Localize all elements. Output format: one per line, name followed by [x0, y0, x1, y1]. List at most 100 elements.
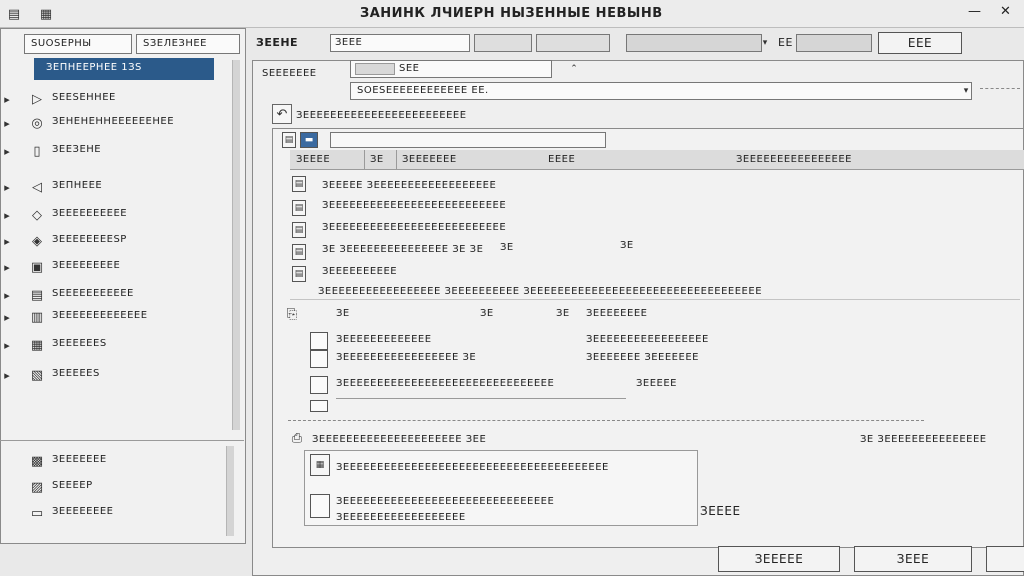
row-mark: ЗЕ: [480, 308, 494, 319]
checklist-label: ЗЕЕЕЕЕЕЕЕЕЕЕЕЕ: [336, 334, 432, 345]
column-header-cell[interactable]: ЗЕЕЕЕЕЕЕЕЕЕЕЕЕЕЕЕ: [736, 154, 1016, 165]
left-item-label: ЗЕЕЕЕЕЕЕЕЕЕ: [52, 208, 128, 219]
section2-line: ЗЕЕЕЕЕЕЕЕЕЕЕЕЕЕЕЕЕЕ: [336, 512, 466, 523]
toolbar-right-button[interactable]: ЕЕЕ: [878, 32, 962, 54]
row-mark: ЗЕ: [336, 308, 350, 319]
main-tab-field[interactable]: SЕЕ: [350, 60, 552, 78]
toolbar-field-a[interactable]: ЗЕЕЕ: [330, 34, 470, 52]
left-dropdown-a[interactable]: SUОSЕРНЫ: [24, 34, 132, 54]
detail-row-toggle[interactable]: ▤: [292, 244, 306, 260]
row-mark: ЗЕ: [556, 308, 570, 319]
address-dropdown-icon[interactable]: ▾: [960, 82, 972, 100]
left-list-item[interactable]: ▸ ◇ ЗЕЕЕЕЕЕЕЕЕЕ: [0, 204, 228, 226]
extra-button[interactable]: [986, 546, 1024, 572]
toolbar-field-a-label: ЗЕЕЕ: [335, 37, 363, 48]
section2-title: ЗЕЕЕЕЕЕЕЕЕЕЕЕЕЕЕЕЕЕЕЕЕ ЗЕЕ: [312, 434, 487, 445]
checklist-checkbox[interactable]: [310, 332, 328, 350]
left-bottom-item[interactable]: ▭ ЗЕЕЕЕЕЕЕЕ: [0, 502, 220, 524]
left-bottom-scrollbar[interactable]: [226, 446, 234, 536]
detail-row-toggle[interactable]: ▤: [292, 200, 306, 216]
address-bar-value: SОЕSЕЕЕЕЕЕЕЕЕЕЕЕ ЕЕ.: [357, 85, 489, 96]
detail-line: ЗЕЕЕЕЕЕЕЕЕЕЕЕЕЕЕЕЕЕЕЕЕЕЕЕЕЕ: [322, 222, 507, 233]
left-item-label: ЗЕЕЕЕЕЕS: [52, 338, 107, 349]
address-bar[interactable]: SОЕSЕЕЕЕЕЕЕЕЕЕЕЕ ЕЕ.: [350, 82, 972, 100]
left-edge-icon: ▸: [4, 338, 10, 352]
checklist-checkbox[interactable]: [310, 376, 328, 394]
left-item-label: ЗЕЕЗЕНЕ: [52, 144, 102, 155]
left-bottom-item[interactable]: ▨ SЕЕЕЕР: [0, 476, 220, 498]
column-header-cell[interactable]: ЕЕЕЕ: [548, 154, 728, 165]
toolbar-field-b[interactable]: [474, 34, 532, 52]
section2-toggle[interactable]: ▦: [310, 454, 330, 476]
path-line: ЗЕЕЕЕЕЕЕЕЕЕЕЕЕЕЕЕЕЕЕЕЕЕЕЕ: [296, 110, 467, 121]
inner-toggle-b[interactable]: ▬: [300, 132, 318, 148]
section2-checkbox[interactable]: [310, 494, 330, 518]
left-edge-icon: ▸: [4, 180, 10, 194]
left-item-icon: ▦: [30, 337, 44, 353]
left-list-item[interactable]: ▸ ▥ ЗЕЕЕЕЕЕЕЕЕЕЕЕЕ: [0, 306, 228, 328]
detail-wide-text: ЗЕЕЕЕЕЕЕЕЕЕЕЕЕЕЕЕЕ ЗЕЕЕЕЕЕЕЕЕЕ ЗЕЕЕЕЕЕЕЕ…: [318, 286, 763, 297]
left-dropdown-b-label: SЗЕЛЕЗНЕЕ: [143, 38, 207, 49]
left-list-item[interactable]: ▸ ◁ ЗЕПНЕЕЕ: [0, 176, 228, 198]
left-list-item[interactable]: ▸ ▣ ЗЕЕЕЕЕЕЕЕЕ: [0, 256, 228, 278]
section2-value: ЗЕЕЕЕ: [700, 504, 741, 518]
left-dropdown-b[interactable]: SЗЕЛЕЗНЕЕ: [136, 34, 240, 54]
detail-row-toggle[interactable]: ▤: [292, 176, 306, 192]
main-tab-label[interactable]: SЕЕЕЕЕЕЕ: [262, 68, 346, 79]
column-header-cell[interactable]: ЗЕЕЕЕ: [296, 154, 360, 165]
address-trailing-dots: [980, 88, 1020, 90]
left-edge-icon: ▸: [4, 234, 10, 248]
row-mark-icon: ⎘: [286, 306, 298, 322]
left-item-icon: ◇: [32, 207, 42, 223]
checklist-checkbox-extra[interactable]: [310, 400, 328, 412]
left-item-icon: ◁: [32, 179, 42, 195]
left-list-item[interactable]: ▸ ▦ ЗЕЕЕЕЕЕS: [0, 334, 228, 356]
left-list-item[interactable]: ▸ ▤ SЕЕЕЕЕЕЕЕЕЕЕ: [0, 284, 228, 306]
left-edge-icon: ▸: [4, 144, 10, 158]
path-back-icon[interactable]: ↶: [272, 104, 292, 124]
main-tab-field-inner: [355, 63, 395, 75]
left-edge-icon: ▸: [4, 116, 10, 130]
left-edge-icon: ▸: [4, 288, 10, 302]
inner-toggle-a[interactable]: ▤: [282, 132, 296, 148]
toolbar-field-e[interactable]: [796, 34, 872, 52]
left-list-item[interactable]: ▸ ◈ ЗЕЕЕЕЕЕЕЕSР: [0, 230, 228, 252]
detail-line: ЗЕЕЕЕЕЕЕЕЕЕ: [322, 266, 398, 277]
cancel-button[interactable]: ЗЕЕЕ: [854, 546, 972, 572]
checklist-checkbox[interactable]: [310, 350, 328, 368]
left-edge-icon: ▸: [4, 92, 10, 106]
toolbar-field-d[interactable]: [626, 34, 762, 52]
close-button[interactable]: ✕: [1000, 4, 1016, 19]
toolbar-field-c[interactable]: [536, 34, 610, 52]
left-item-icon: ▧: [30, 367, 44, 383]
toolbar-dropdown-icon[interactable]: ▾: [760, 34, 770, 52]
left-scrollbar[interactable]: [232, 60, 240, 430]
column-header-cell[interactable]: ЗЕ: [370, 154, 398, 165]
detail-row-toggle[interactable]: ▤: [292, 222, 306, 238]
detail-row-toggle[interactable]: ▤: [292, 266, 306, 282]
left-item-label: SЕЕЕЕЕЕЕЕЕЕЕ: [52, 288, 134, 299]
inner-search[interactable]: [330, 132, 606, 148]
section2-icon: ⎙: [291, 430, 303, 446]
left-list-selected-item[interactable]: ЗЕПНЕЕРНЕЕ 1ЗS: [34, 58, 214, 80]
detail-line: ЗЕЕЕЕЕ ЗЕЕЕЕЕЕЕЕЕЕЕЕЕЕЕЕЕЕ: [322, 180, 497, 191]
left-list-selected-label: ЗЕПНЕЕРНЕЕ 1ЗS: [46, 62, 142, 73]
column-header-cell[interactable]: ЗЕЕЕЕЕЕЕ: [402, 154, 542, 165]
left-bottom-item-label: SЕЕЕЕР: [52, 480, 93, 491]
left-item-icon: ◈: [32, 233, 42, 249]
left-edge-icon: ▸: [4, 260, 10, 274]
left-item-icon: ▣: [30, 259, 44, 275]
left-item-label: ЗЕЕЕЕЕЕЕЕSР: [52, 234, 127, 245]
ok-button[interactable]: ЗЕЕЕЕЕ: [718, 546, 840, 572]
left-bottom-item[interactable]: ▩ ЗЕЕЕЕЕЕЕ: [0, 450, 220, 472]
section2-line: ЗЕЕЕЕЕЕЕЕЕЕЕЕЕЕЕЕЕЕЕЕЕЕЕЕЕЕЕЕЕЕЕ: [336, 496, 555, 507]
left-item-icon: ◎: [31, 115, 43, 131]
minimize-button[interactable]: —: [968, 4, 984, 19]
grid-icon[interactable]: ▦: [38, 6, 54, 22]
checklist-value: ЗЕЕЕЕЕ: [636, 378, 678, 389]
column-header-separator: [364, 150, 365, 170]
left-list-item[interactable]: ▸ ◎ ЗЕНЕНЕННЕЕЕЕЕЕНЕЕ: [0, 112, 228, 134]
left-list-item[interactable]: ▸ ▯ ЗЕЕЗЕНЕ: [0, 140, 228, 162]
left-list-item[interactable]: ▸ ▧ ЗЕЕЕЕЕS: [0, 364, 228, 386]
left-list-item[interactable]: ▸ ▷ SЕЕSЕННЕЕ: [0, 88, 228, 110]
